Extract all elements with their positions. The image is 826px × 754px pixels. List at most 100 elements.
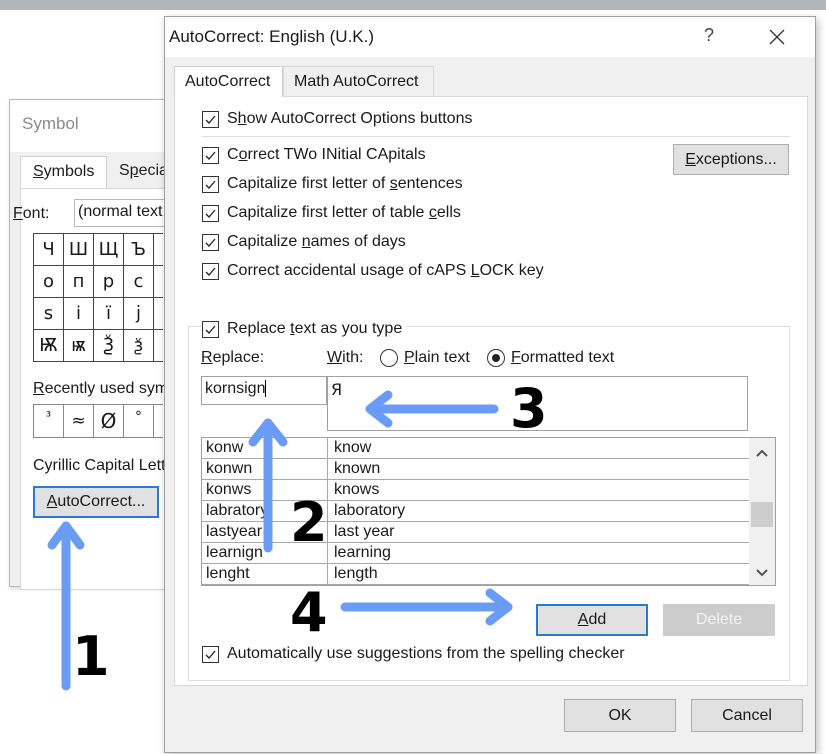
symbol-cell[interactable]: ѕ	[34, 298, 64, 329]
plain-text-radio[interactable]: Plain text	[380, 349, 470, 367]
step-number-4: 4	[290, 581, 328, 644]
radio-button[interactable]	[380, 349, 398, 367]
list-item[interactable]: konwn known	[202, 459, 749, 480]
checkbox[interactable]	[202, 320, 219, 338]
symbol-cell[interactable]: Ш	[64, 234, 94, 265]
tab-autocorrect[interactable]: AutoCorrect	[174, 66, 283, 97]
checkbox[interactable]	[202, 146, 219, 164]
checkbox-label: Capitalize first letter of table cells	[227, 204, 461, 221]
close-button[interactable]	[763, 23, 791, 51]
checkbox[interactable]	[202, 233, 219, 251]
separator	[202, 136, 790, 137]
help-button[interactable]: ?	[697, 25, 721, 49]
with-label: With:	[327, 349, 364, 366]
symbol-cell[interactable]: п	[64, 266, 94, 297]
symbol-cell[interactable]: і	[64, 298, 94, 329]
scroll-thumb[interactable]	[751, 502, 773, 527]
exceptions-button[interactable]: Exceptions...	[673, 144, 789, 175]
close-icon	[769, 29, 785, 45]
background-window-bar	[0, 0, 826, 10]
autocorrect-button-text: utoCorrect...	[57, 493, 146, 510]
capitalize-sentences-checkbox[interactable]: Capitalize first letter of sentences	[202, 175, 463, 193]
replace-text-as-you-type-checkbox[interactable]: Replace text as you type	[202, 320, 407, 338]
ok-button[interactable]: OK	[564, 699, 676, 732]
symbol-cell[interactable]: р	[94, 266, 124, 297]
checkbox[interactable]	[202, 175, 219, 193]
checkbox-label: Capitalize first letter of sentences	[227, 175, 463, 192]
step-number-1: 1	[72, 625, 110, 688]
symbol-grid: Ч Ш Щ Ъ о п р с ѕ і ї ј Ѭ ѭ Ѯ ѯ	[33, 233, 163, 362]
with-cell: last year	[334, 523, 395, 540]
radio-label: Plain text	[404, 349, 470, 366]
scroll-up-button[interactable]	[749, 440, 775, 466]
checkbox-label: Replace text as you type	[227, 320, 403, 337]
list-scrollbar[interactable]	[749, 438, 775, 585]
radio-selected-dot	[492, 354, 500, 362]
with-cell: knows	[334, 481, 380, 498]
correct-two-initial-capitals-checkbox[interactable]: Correct TWo INitial CApitals	[202, 146, 426, 164]
font-select[interactable]: (normal text	[74, 199, 174, 227]
capitalize-table-cells-checkbox[interactable]: Capitalize first letter of table cells	[202, 204, 461, 222]
capitalize-days-checkbox[interactable]: Capitalize names of days	[202, 233, 406, 251]
symbol-cell[interactable]: с	[124, 266, 154, 297]
add-button[interactable]: Add	[536, 604, 648, 636]
chevron-down-icon	[756, 569, 768, 577]
list-item[interactable]: konw know	[202, 438, 749, 459]
list-item[interactable]: lastyear last year	[202, 522, 749, 543]
symbol-dialog-title: Symbol	[22, 114, 79, 133]
symbol-cell[interactable]: Щ	[94, 234, 124, 265]
cancel-button[interactable]: Cancel	[691, 699, 803, 732]
delete-button[interactable]: Delete	[663, 604, 775, 636]
tab-math-autocorrect[interactable]: Math AutoCorrect	[283, 66, 434, 96]
formatted-text-radio[interactable]: Formatted text	[487, 349, 614, 367]
list-item[interactable]: learnign learning	[202, 543, 749, 564]
autocorrect-options-button[interactable]: AutoCorrect...	[33, 486, 159, 518]
replace-input[interactable]: kornsign	[201, 376, 327, 405]
checkmark-icon	[205, 180, 216, 189]
replace-cell: konw	[206, 439, 244, 456]
checkbox[interactable]	[202, 262, 219, 280]
checkbox[interactable]	[202, 110, 219, 128]
radio-button[interactable]	[487, 349, 505, 367]
checkbox-label: Correct accidental usage of cAPS LOCK ke…	[227, 262, 544, 279]
symbol-cell[interactable]: о	[34, 266, 64, 297]
exceptions-button-text: xceptions...	[695, 151, 777, 168]
checkmark-icon	[205, 151, 216, 160]
checkmark-icon	[205, 325, 216, 334]
autocorrect-entries-list[interactable]: konw know konwn known konws knows labratory…	[201, 437, 776, 586]
list-item[interactable]: konws knows	[202, 480, 749, 501]
character-name-label: Cyrillic Capital Lett	[33, 457, 166, 474]
recent-symbol-cell[interactable]: ≈	[64, 405, 94, 437]
show-autocorrect-options-checkbox[interactable]: Show AutoCorrect Options buttons	[202, 110, 472, 128]
caps-lock-checkbox[interactable]: Correct accidental usage of cAPS LOCK ke…	[202, 262, 544, 280]
recently-used-label-text: ecently used sym	[44, 380, 169, 397]
symbol-cell[interactable]: Ч	[34, 234, 64, 265]
list-item[interactable]: lenght length	[202, 564, 749, 585]
checkbox-label: Capitalize names of days	[227, 233, 406, 250]
checkbox-label: Correct TWo INitial CApitals	[227, 146, 426, 163]
symbol-cell[interactable]: Ѯ	[94, 330, 124, 361]
tab-symbols[interactable]: Symbols	[20, 156, 108, 188]
symbol-cell[interactable]: ѭ	[64, 330, 94, 361]
symbol-cell[interactable]: ј	[124, 298, 154, 329]
list-item[interactable]: labratory laboratory	[202, 501, 749, 522]
checkbox[interactable]	[202, 645, 219, 663]
recent-symbol-cell[interactable]: Ø	[94, 405, 124, 437]
checkmark-icon	[205, 209, 216, 218]
checkmark-icon	[205, 238, 216, 247]
chevron-up-icon	[756, 449, 768, 457]
checkmark-icon	[205, 115, 216, 124]
text-caret	[265, 380, 267, 398]
recent-symbol-cell[interactable]: °	[124, 405, 154, 437]
checkbox[interactable]	[202, 204, 219, 222]
symbol-cell[interactable]: ѯ	[124, 330, 154, 361]
symbol-cell[interactable]: ї	[94, 298, 124, 329]
scroll-down-button[interactable]	[749, 560, 775, 586]
symbol-cell[interactable]: Ѭ	[34, 330, 64, 361]
replace-label: Replace:	[201, 349, 265, 366]
recent-symbol-cell[interactable]: ³	[34, 405, 64, 437]
auto-spelling-suggestions-checkbox[interactable]: Automatically use suggestions from the s…	[202, 645, 625, 663]
with-cell: learning	[334, 544, 391, 561]
radio-label: Formatted text	[511, 349, 615, 366]
symbol-cell[interactable]: Ъ	[124, 234, 154, 265]
